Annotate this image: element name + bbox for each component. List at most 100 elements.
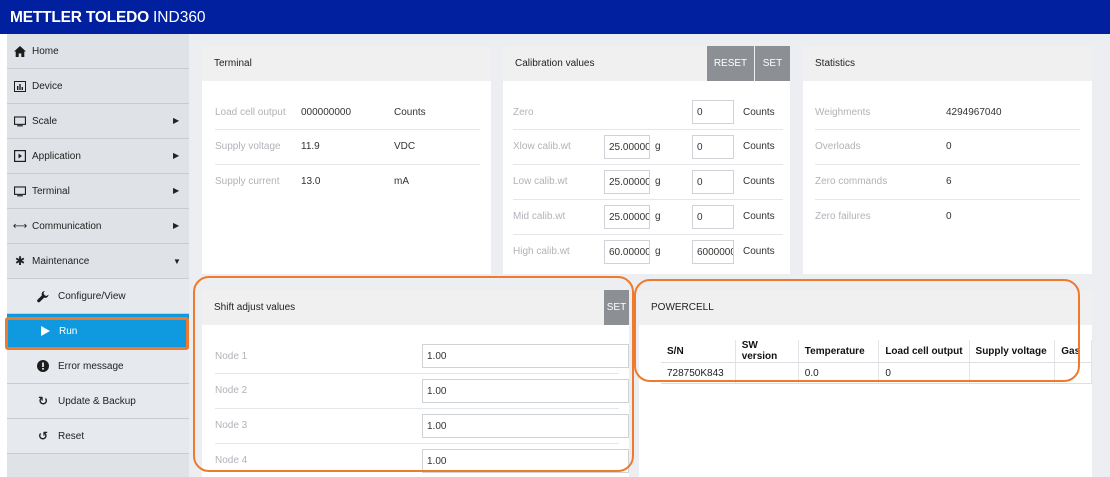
weighments-value: 4294967040: [946, 107, 1002, 118]
sidebar-subitem-update-backup[interactable]: ↻ Update & Backup: [7, 384, 189, 419]
sidebar-item-home[interactable]: Home: [7, 34, 189, 69]
chevron-right-icon: ▶: [173, 221, 180, 230]
gear-icon: ✱: [14, 254, 26, 268]
supply-voltage-value: 11.9: [301, 141, 320, 152]
chevron-right-icon: ▶: [173, 186, 180, 195]
powercell-highlight-outline: [634, 279, 1080, 382]
divider: [815, 129, 1080, 130]
chevron-right-icon: ▶: [173, 116, 180, 125]
mid-unit: Counts: [743, 211, 775, 222]
panel-header: Terminal: [202, 46, 491, 81]
run-highlight-outline: [5, 317, 189, 350]
zero-unit: Counts: [743, 107, 775, 118]
xlow-weight-input[interactable]: 25.00000: [604, 135, 650, 159]
sidebar-item-label: Configure/View: [58, 290, 126, 302]
weighments-label: Weighments: [815, 107, 871, 118]
sidebar-item-terminal[interactable]: Terminal ▶: [7, 174, 189, 209]
set-button[interactable]: SET: [755, 46, 790, 81]
zero-counts-input[interactable]: 0: [692, 100, 734, 124]
arrows-icon: ⟷: [12, 220, 28, 232]
zero-failures-value: 0: [946, 211, 952, 222]
divider: [513, 164, 783, 165]
divider: [815, 164, 1080, 165]
xlow-counts-input[interactable]: 0: [692, 135, 734, 159]
sidebar-item-label: Scale: [32, 115, 58, 127]
panel-header: Statistics: [803, 46, 1092, 81]
xlow-weight-unit: g: [655, 141, 661, 152]
overloads-label: Overloads: [815, 141, 861, 152]
sidebar: Home Device Scale ▶ Application ▶ Termin…: [7, 34, 189, 477]
sidebar-item-label: Terminal: [32, 185, 70, 197]
divider: [815, 199, 1080, 200]
xlow-unit: Counts: [743, 141, 775, 152]
supply-voltage-unit: VDC: [394, 141, 416, 152]
app-brand: METTLER TOLEDO IND360: [10, 8, 206, 28]
zero-commands-label: Zero commands: [815, 176, 888, 187]
sidebar-item-application[interactable]: Application ▶: [7, 139, 189, 174]
sidebar-subitem-error-message[interactable]: Error message: [7, 349, 189, 384]
monitor-icon: [14, 185, 26, 197]
high-weight-input[interactable]: 60.00000: [604, 240, 650, 264]
wrench-icon: [37, 290, 49, 302]
brand-name: METTLER TOLEDO: [10, 9, 149, 26]
supply-voltage-label: Supply voltage: [215, 141, 281, 152]
sidebar-item-label: Communication: [32, 220, 102, 232]
sidebar-item-device[interactable]: Device: [7, 69, 189, 104]
refresh-icon: ↻: [37, 394, 49, 408]
load-cell-output-value: 000000000: [301, 107, 352, 118]
sidebar-item-label: Maintenance: [32, 255, 90, 267]
supply-current-unit: mA: [394, 176, 409, 187]
low-counts-input[interactable]: 0: [692, 170, 734, 194]
brand-model: IND360: [153, 9, 206, 26]
application-icon: [14, 150, 26, 162]
supply-current-value: 13.0: [301, 176, 321, 187]
device-icon: [14, 80, 26, 92]
mid-calib-label: Mid calib.wt: [513, 211, 566, 222]
panel-title: Statistics: [815, 58, 856, 69]
divider: [513, 199, 783, 200]
sidebar-item-communication[interactable]: ⟷ Communication ▶: [7, 209, 189, 244]
statistics-panel: Statistics Weighments 4294967040 Overloa…: [803, 46, 1092, 274]
load-cell-output-label: Load cell output: [215, 107, 286, 118]
divider: [215, 129, 480, 130]
mid-weight-unit: g: [655, 211, 661, 222]
divider: [513, 234, 783, 235]
divider: [215, 164, 480, 165]
sidebar-subitem-configure-view[interactable]: Configure/View: [7, 279, 189, 314]
zero-label: Zero: [513, 107, 534, 118]
chevron-right-icon: ▶: [173, 151, 180, 160]
sidebar-item-label: Application: [32, 150, 81, 162]
overloads-value: 0: [946, 141, 952, 152]
reset-icon: ↺: [37, 429, 49, 443]
chevron-down-icon: ▼: [173, 257, 181, 266]
alert-icon: [37, 360, 49, 372]
low-calib-label: Low calib.wt: [513, 176, 568, 187]
sidebar-item-scale[interactable]: Scale ▶: [7, 104, 189, 139]
divider: [513, 129, 783, 130]
calibration-panel: Calibration values RESET SET Zero 0 Coun…: [503, 46, 790, 274]
monitor-icon: [14, 115, 26, 127]
terminal-panel: Terminal Load cell output 000000000 Coun…: [202, 46, 491, 274]
high-unit: Counts: [743, 246, 775, 257]
reset-button[interactable]: RESET: [707, 46, 754, 81]
sidebar-item-maintenance[interactable]: ✱ Maintenance ▼: [7, 244, 189, 279]
sidebar-item-label: Home: [32, 45, 59, 57]
panel-title: Terminal: [214, 58, 252, 69]
zero-commands-value: 6: [946, 176, 952, 187]
home-icon: [14, 45, 26, 57]
mid-weight-input[interactable]: 25.00000: [604, 205, 650, 229]
high-calib-label: High calib.wt: [513, 246, 570, 257]
mid-counts-input[interactable]: 0: [692, 205, 734, 229]
sidebar-item-label: Update & Backup: [58, 395, 136, 407]
sidebar-item-label: Error message: [58, 360, 124, 372]
low-unit: Counts: [743, 176, 775, 187]
low-weight-input[interactable]: 25.00000: [604, 170, 650, 194]
high-counts-input[interactable]: 6000000: [692, 240, 734, 264]
shift-adjust-highlight-outline: [193, 276, 634, 472]
load-cell-output-unit: Counts: [394, 107, 426, 118]
sidebar-subitem-reset[interactable]: ↺ Reset: [7, 419, 189, 454]
supply-current-label: Supply current: [215, 176, 280, 187]
zero-failures-label: Zero failures: [815, 211, 871, 222]
panel-title: Calibration values: [515, 58, 595, 69]
sidebar-item-label: Device: [32, 80, 63, 92]
